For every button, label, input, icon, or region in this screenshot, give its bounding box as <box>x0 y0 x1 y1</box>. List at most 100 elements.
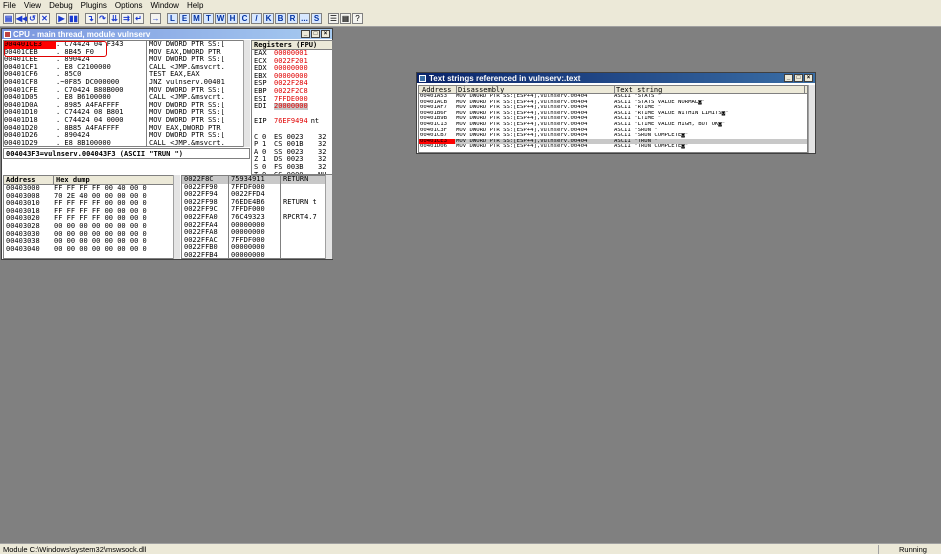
dump-row[interactable]: 00403028 00 00 00 00 00 00 00 0 <box>4 223 179 231</box>
close-button[interactable]: × <box>321 30 330 38</box>
toolbar-window-button-3[interactable]: T <box>203 13 214 24</box>
dump-row[interactable]: 00403010 FF FF FF FF 00 00 00 0 <box>4 200 179 208</box>
run-icon[interactable]: ▶ <box>56 13 67 24</box>
dump-header-hex[interactable]: Hex dump <box>54 176 90 184</box>
flag-row[interactable]: C 0 ES 0023 32 <box>252 134 332 142</box>
stack-row[interactable]: 0022FFB4 00000000 <box>182 251 332 258</box>
help-icon[interactable]: ? <box>352 13 363 24</box>
minimize-button[interactable]: _ <box>784 74 793 82</box>
toolbar-window-button-10[interactable]: R <box>287 13 298 24</box>
close-icon[interactable]: ✕ <box>39 13 50 24</box>
dump-header-address[interactable]: Address <box>6 176 54 184</box>
strings-row[interactable]: 00401D06 MOV DWORD PTR SS:[ESP+4],vulnser… <box>419 144 807 150</box>
register-row[interactable]: ESI 7FFDE000 <box>252 96 332 104</box>
list-icon[interactable]: ☰ <box>328 13 339 24</box>
step-into-icon[interactable]: ↴ <box>85 13 96 24</box>
disassembly-row[interactable]: 00401D05 . E8 B6100000 CALL <JMP.&msvcrt. <box>4 94 249 102</box>
dump-scrollbar[interactable] <box>173 175 180 259</box>
flag-row[interactable]: A 0 SS 0023 32 <box>252 149 332 157</box>
stack-pane[interactable]: 0022F8C 75934911 RETURN 0022FF90 7FFDF000 002… <box>181 175 333 259</box>
register-row[interactable]: EDX 00000000 <box>252 65 332 73</box>
menu-item-help[interactable]: Help <box>184 1 208 10</box>
execute-till-return-icon[interactable]: ↵ <box>133 13 144 24</box>
register-row[interactable]: ECX 0022F201 <box>252 58 332 66</box>
toolbar-window-button-4[interactable]: W <box>215 13 226 24</box>
menu-item-view[interactable]: View <box>21 1 46 10</box>
dump-row[interactable]: 00403008 70 2E 40 00 00 00 00 0 <box>4 193 179 201</box>
register-row[interactable]: EBX 00000000 <box>252 73 332 81</box>
toolbar-window-button-1[interactable]: E <box>179 13 190 24</box>
register-row[interactable]: EBP 0022F2C8 <box>252 88 332 96</box>
strings-header-disassembly[interactable]: Disassembly <box>457 86 615 94</box>
toolbar-window-button-2[interactable]: M <box>191 13 202 24</box>
open-icon[interactable]: ▤ <box>3 13 14 24</box>
registers-pane[interactable]: Registers (FPU) EAX 00000001 ECX 0022F201 EDX… <box>251 40 333 175</box>
toolbar-window-button-7[interactable]: / <box>251 13 262 24</box>
menu-item-options[interactable]: Options <box>112 1 148 10</box>
toolbar-window-button-0[interactable]: L <box>167 13 178 24</box>
menu-item-debug[interactable]: Debug <box>46 1 78 10</box>
cpu-window-titlebar[interactable]: CPU - main thread, module vulnserv _ □ × <box>2 29 332 39</box>
toolbar-window-button-11[interactable]: ... <box>299 13 310 24</box>
disassembly-scrollbar[interactable] <box>243 40 250 147</box>
toolbar-window-button-12[interactable]: S <box>311 13 322 24</box>
dump-pane[interactable]: Address Hex dump 00403000 FF FF FF FF 00 40… <box>3 175 180 259</box>
text-strings-titlebar[interactable]: Text strings referenced in vulnserv:.tex… <box>417 73 815 83</box>
pause-icon[interactable]: ▮▮ <box>68 13 79 24</box>
toolbar-window-button-5[interactable]: H <box>227 13 238 24</box>
disassembly-row[interactable]: 00401CEE . 890424 MOV DWORD PTR SS:[ <box>4 56 249 64</box>
disassembly-row[interactable]: 00401CF1 . E8 C2100000 CALL <JMP.&msvcrt. <box>4 63 249 72</box>
flag-row[interactable]: P 1 CS 001B 32 <box>252 141 332 149</box>
disassembly-row[interactable]: 00401D26 . 890424 MOV DWORD PTR SS:[ <box>4 132 249 140</box>
disassembly-row[interactable]: 00401D0A . 8985 A4FAFFFF MOV DWORD PTR SS:… <box>4 101 249 110</box>
stack-row[interactable]: 0022FFA4 00000000 <box>182 221 332 230</box>
restart-icon[interactable]: ↺ <box>27 13 38 24</box>
stack-row[interactable]: 0022FFB0 00000000 <box>182 244 332 252</box>
trace-into-icon[interactable]: ⇊ <box>109 13 120 24</box>
register-row[interactable]: EDI 20000000 <box>252 103 332 111</box>
maximize-button[interactable]: □ <box>311 30 320 38</box>
disassembly-row[interactable]: 00401D18 . C74424 04 0000 MOV DWORD PTR SS… <box>4 116 249 125</box>
stack-row[interactable]: 0022FFAC 7FFDF000 <box>182 236 332 245</box>
dump-row[interactable]: 00403020 FF FF FF FF 00 00 00 0 <box>4 215 179 223</box>
rewind-icon[interactable]: ◀◀ <box>15 13 28 24</box>
toolbar-window-button-9[interactable]: B <box>275 13 286 24</box>
stack-row[interactable]: 0022FF98 76EDE4B6 RETURN t <box>182 198 332 207</box>
menu-item-file[interactable]: File <box>0 1 21 10</box>
maximize-button[interactable]: □ <box>794 74 803 82</box>
disassembly-row[interactable]: 00401CF8 .~0F85 DC000000 JNZ vulnserv.0040… <box>4 78 249 87</box>
stack-row[interactable]: 0022FF94 0022FFD4 <box>182 191 332 199</box>
dump-row[interactable]: 00403030 00 00 00 00 00 00 00 0 <box>4 231 179 239</box>
disassembly-row[interactable]: 00401D20 . 8B85 A4FAFFFF MOV EAX,DWORD PTR <box>4 124 249 133</box>
disassembly-pane[interactable]: 004401CE3. C74424 04 F343 MOV DWORD PTR S… <box>3 40 250 147</box>
disassembly-row[interactable]: 00401D29 . E8 8B100000 CALL <JMP.&msvcrt. <box>4 139 249 146</box>
dump-row[interactable]: 00403040 00 00 00 00 00 00 00 0 <box>4 246 179 254</box>
eip-row[interactable]: EIP 76EF9494 nt <box>252 118 332 126</box>
flag-row[interactable]: Z 1 DS 0023 32 <box>252 156 332 164</box>
menu-item-window[interactable]: Window <box>148 1 184 10</box>
stack-row[interactable]: 0022FF90 7FFDF000 <box>182 183 332 192</box>
dump-row[interactable]: 00403038 00 00 00 00 00 00 00 0 <box>4 238 179 246</box>
flag-row[interactable]: S 0 FS 003B 32 <box>252 164 332 172</box>
strings-header-address[interactable]: Address <box>421 86 457 94</box>
step-over-icon[interactable]: ↷ <box>97 13 108 24</box>
goto-icon[interactable]: → <box>150 13 161 24</box>
stack-row[interactable]: 0022FFA8 00000000 <box>182 229 332 237</box>
toolbar-window-button-6[interactable]: C <box>239 13 250 24</box>
stack-row[interactable]: 0022FFA0 76C49323 RPCRT4.7 <box>182 213 332 222</box>
disassembly-row[interactable]: 00401D10 . C74424 08 B801 MOV DWORD PTR SS… <box>4 109 249 117</box>
stack-row[interactable]: 0022F8C 75934911 RETURN <box>182 176 332 184</box>
disassembly-row[interactable]: 00401CF6 . 85C0 TEST EAX,EAX <box>4 71 249 79</box>
close-button[interactable]: × <box>804 74 813 82</box>
disassembly-row[interactable]: 00401CFE . C70424 B80B000 MOV DWORD PTR SS… <box>4 86 249 95</box>
menu-item-plugins[interactable]: Plugins <box>78 1 112 10</box>
register-row[interactable]: EAX 00000001 <box>252 50 332 58</box>
register-row[interactable]: ESP 0022F284 <box>252 80 332 88</box>
text-strings-table[interactable]: Address Disassembly Text string 00401A53 MOV… <box>418 85 808 153</box>
dump-row[interactable]: 00403000 FF FF FF FF 00 40 00 0 <box>4 185 179 193</box>
toolbar-window-button-8[interactable]: K <box>263 13 274 24</box>
grid-icon[interactable]: ▦ <box>340 13 351 24</box>
dump-row[interactable]: 00403018 FF FF FF FF 00 00 00 0 <box>4 208 179 216</box>
stack-row[interactable]: 0022FF9C 7FFDF000 <box>182 206 332 214</box>
minimize-button[interactable]: _ <box>301 30 310 38</box>
